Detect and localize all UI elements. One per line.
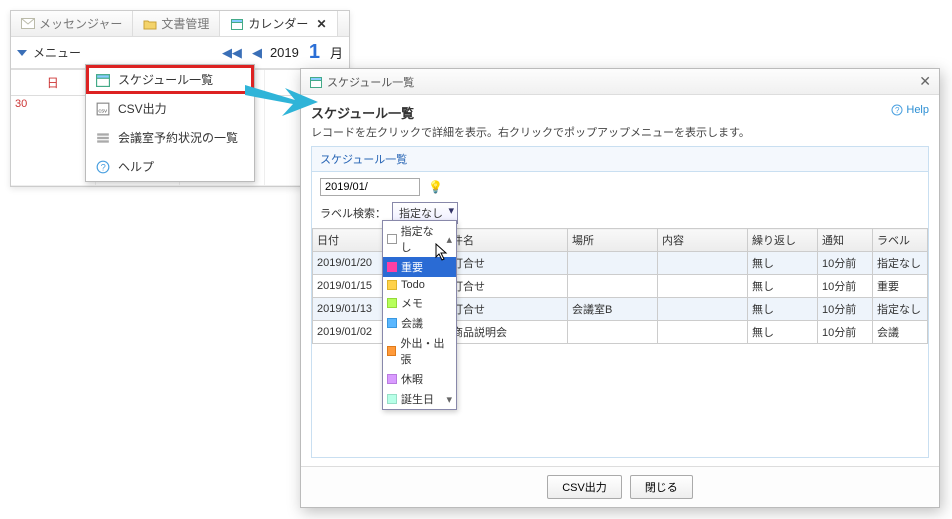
col-repeat[interactable]: 繰り返し	[748, 229, 818, 252]
help-icon: ?	[96, 160, 110, 174]
nav-first-icon[interactable]: ◀◀	[220, 45, 244, 61]
dd-item-out[interactable]: 外出・出張	[383, 333, 456, 369]
calendar-cell[interactable]: 30	[11, 96, 96, 186]
label-dropdown: 指定なし▴ 重要 Todo メモ 会議 外出・出張 休暇 誕生日▾	[382, 220, 457, 410]
date-filter-input[interactable]	[320, 178, 420, 196]
dialog-title-text: スケジュール一覧	[327, 74, 414, 90]
cell-notify: 10分前	[818, 252, 873, 275]
cell-label: 指定なし	[873, 298, 928, 321]
folder-icon	[143, 17, 157, 31]
cell-subject: 打合せ	[448, 275, 568, 298]
col-place[interactable]: 場所	[568, 229, 658, 252]
menu-item-label: スケジュール一覧	[118, 71, 213, 88]
menu-item-schedule-list[interactable]: スケジュール一覧	[86, 65, 254, 94]
cell-content	[658, 298, 748, 321]
hint-icon[interactable]: 💡	[428, 180, 443, 194]
cell-content	[658, 321, 748, 344]
col-notify[interactable]: 通知	[818, 229, 873, 252]
col-label[interactable]: ラベル	[873, 229, 928, 252]
cell-subject: 商品説明会	[448, 321, 568, 344]
label-search-label: ラベル検索：	[320, 205, 386, 221]
nav-prev-icon[interactable]: ◀	[250, 45, 264, 61]
tab-label: 文書管理	[161, 15, 209, 32]
tab-label: メッセンジャー	[39, 15, 122, 32]
cell-label: 会議	[873, 321, 928, 344]
date-num: 30	[15, 98, 27, 110]
dd-item-vacation[interactable]: 休暇	[383, 369, 456, 389]
menu-item-csv-export[interactable]: csv CSV出力	[86, 94, 254, 123]
calendar-icon	[96, 73, 110, 87]
cell-repeat: 無し	[748, 275, 818, 298]
help-icon: ?	[890, 103, 904, 117]
menu-item-label: ヘルプ	[118, 158, 154, 175]
cell-subject: 打合せ	[448, 298, 568, 321]
help-text: Help	[906, 104, 929, 116]
tab-bar: メッセンジャー 文書管理 カレンダー ✕	[11, 11, 349, 37]
cell-place	[568, 321, 658, 344]
svg-text:?: ?	[895, 106, 900, 115]
dd-item-important[interactable]: 重要	[383, 257, 456, 277]
close-button[interactable]: 閉じる	[630, 475, 693, 499]
csv-export-button[interactable]: CSV出力	[547, 475, 622, 499]
menu-item-help[interactable]: ? ヘルプ	[86, 152, 254, 181]
menu-dropdown-icon[interactable]	[17, 50, 27, 56]
menu-item-room-status[interactable]: 会議室予約状況の一覧	[86, 123, 254, 152]
panel-heading: スケジュール一覧	[312, 147, 928, 172]
csv-icon: csv	[96, 102, 110, 116]
menu-item-label: CSV出力	[118, 100, 167, 117]
cell-repeat: 無し	[748, 298, 818, 321]
cell-repeat: 無し	[748, 321, 818, 344]
calendar-icon	[230, 17, 244, 31]
cell-notify: 10分前	[818, 321, 873, 344]
dd-item-none[interactable]: 指定なし▴	[383, 221, 456, 257]
cell-place: 会議室B	[568, 298, 658, 321]
tab-docs[interactable]: 文書管理	[133, 11, 220, 36]
cell-content	[658, 275, 748, 298]
cell-label: 指定なし	[873, 252, 928, 275]
cell-repeat: 無し	[748, 252, 818, 275]
dd-item-birthday[interactable]: 誕生日▾	[383, 389, 456, 409]
cell-notify: 10分前	[818, 298, 873, 321]
mail-icon	[21, 17, 35, 31]
month-number: 1	[309, 41, 320, 64]
help-link[interactable]: ? Help	[890, 103, 929, 117]
tab-label: カレンダー	[248, 15, 308, 32]
cell-place	[568, 275, 658, 298]
dialog-subtext: レコードを左クリックで詳細を表示。右クリックでポップアップメニューを表示します。	[311, 124, 750, 140]
weekday-sun: 日	[11, 70, 96, 95]
menu-label[interactable]: メニュー	[33, 44, 81, 61]
dialog-titlebar[interactable]: スケジュール一覧 ✕	[301, 69, 939, 95]
dialog-footer: CSV出力 閉じる	[301, 466, 939, 507]
tab-messenger[interactable]: メッセンジャー	[11, 11, 133, 36]
svg-text:?: ?	[101, 162, 106, 172]
cell-subject: 打合せ	[448, 252, 568, 275]
year-label: 2019	[270, 45, 299, 60]
svg-text:csv: csv	[98, 108, 107, 114]
cell-label: 重要	[873, 275, 928, 298]
dialog-heading: スケジュール一覧	[311, 103, 750, 122]
cell-place	[568, 252, 658, 275]
context-menu: スケジュール一覧 csv CSV出力 会議室予約状況の一覧 ? ヘルプ	[85, 64, 255, 182]
schedule-list-dialog: スケジュール一覧 ✕ スケジュール一覧 レコードを左クリックで詳細を表示。右クリ…	[300, 68, 940, 508]
col-content[interactable]: 内容	[658, 229, 748, 252]
cell-notify: 10分前	[818, 275, 873, 298]
cell-content	[658, 252, 748, 275]
tab-calendar[interactable]: カレンダー ✕	[220, 11, 337, 36]
month-suffix: 月	[330, 43, 343, 62]
menu-item-label: 会議室予約状況の一覧	[118, 129, 238, 146]
dd-item-meeting[interactable]: 会議	[383, 313, 456, 333]
close-icon[interactable]: ✕	[919, 73, 931, 90]
dd-item-todo[interactable]: Todo	[383, 277, 456, 293]
list-icon	[96, 131, 110, 145]
annotation-arrow	[240, 80, 320, 123]
col-subject[interactable]: 件名	[448, 229, 568, 252]
close-icon[interactable]: ✕	[316, 17, 326, 31]
dd-item-memo[interactable]: メモ	[383, 293, 456, 313]
